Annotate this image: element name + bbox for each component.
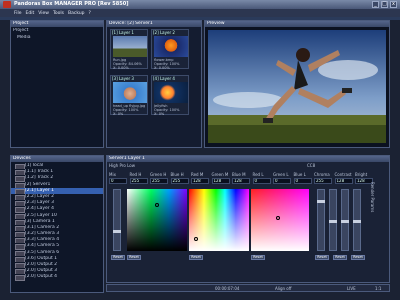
side-label: Render Params [370, 182, 375, 213]
thumb-image [154, 82, 188, 103]
thumb-x: X: 0.00% [113, 66, 129, 70]
param-value[interactable]: 128 [232, 178, 250, 184]
section-label: CC8 [307, 163, 316, 168]
param-value[interactable]: 0 [109, 178, 127, 184]
param-label: Contrast [334, 172, 352, 177]
thumb-x: X: 0.00% [154, 66, 170, 70]
close-button[interactable]: x [390, 1, 397, 8]
reset-button-bright[interactable]: Reset [351, 255, 365, 260]
param-value[interactable]: 128 [334, 178, 353, 184]
title-bar: Pandoras Box MANAGER PRO [Rev 5850] _ □ … [0, 0, 400, 9]
minimize-button[interactable]: _ [372, 1, 379, 8]
layer-thumbnail[interactable]: [3] Layer 3 head_up flyjpg.jpg Opacity: 10… [110, 75, 148, 116]
param-value[interactable]: 128 [191, 178, 209, 184]
param-label: Green L [273, 172, 289, 177]
preview-image [208, 30, 386, 143]
menu-file[interactable]: File [14, 11, 22, 16]
param-value[interactable]: 255 [150, 178, 168, 184]
status-mode: LIVE [347, 286, 356, 291]
contrast-slider[interactable] [329, 189, 337, 251]
param-label: Green M [211, 172, 229, 177]
thumb-caption: [4] Layer 4 [153, 76, 175, 81]
thumb-meta: head_up flyjpg.jpg Opacity: 100% X: 0% [113, 104, 145, 116]
thumb-caption: [2] Layer 2 [153, 30, 175, 35]
param-label: Red L [252, 172, 264, 177]
param-value[interactable]: 0 [273, 178, 291, 184]
brightness-slider[interactable] [341, 189, 349, 251]
menu-backup[interactable]: Backup [68, 11, 85, 16]
param-label: Blue M [232, 172, 246, 177]
layer-thumbnail[interactable]: [4] Layer 4 Jellyfish Opacity: 100% X: 0% [151, 75, 189, 116]
thumb-image [113, 82, 147, 103]
param-value[interactable]: 128 [211, 178, 230, 184]
app-title: Pandoras Box MANAGER PRO [Rev 5850] [14, 1, 129, 7]
reset-button-contrast[interactable]: Reset [333, 255, 347, 260]
menu-help[interactable]: ? [89, 11, 91, 16]
menu-view[interactable]: View [38, 11, 49, 16]
param-label: Green H [150, 172, 167, 177]
reset-button-chroma[interactable]: Reset [315, 255, 329, 260]
device-panel: Device: [2] Server1 [1] Layer 1 Run.jpg Op… [106, 20, 202, 148]
mix-slider[interactable] [113, 189, 121, 251]
subtab-label[interactable]: High Pro Low [109, 163, 135, 168]
param-value[interactable]: 255 [170, 178, 189, 184]
param-label: Red M [191, 172, 204, 177]
param-label: Blue H [170, 172, 184, 177]
status-time: 00:00:07:04 [215, 286, 240, 291]
app-logo-icon [3, 1, 11, 8]
param-label: Chroma [314, 172, 330, 177]
layer-thumbnail[interactable]: [1] Layer 1 Run.jpg Opacity: 84.06% X: 0.00… [110, 29, 148, 70]
param-label: Blue L [293, 172, 306, 177]
menu-bar: File Edit View Tools Backup ? [0, 9, 400, 17]
param-value[interactable]: 255 [314, 178, 332, 184]
reset-button-mid[interactable]: Reset [189, 255, 203, 260]
reset-button-low[interactable]: Reset [251, 255, 265, 260]
layer-thumbnail[interactable]: [2] Layer 2 flower.bmp Opacity: 100% X: 0.0… [151, 29, 189, 70]
thumb-x: X: 0% [154, 112, 165, 116]
thumb-meta: flower.bmp Opacity: 100% X: 0.00% [154, 58, 180, 70]
reset-button-mix[interactable]: Reset [111, 255, 125, 260]
color-picker-low[interactable] [251, 189, 309, 251]
preview-panel: Preview [204, 20, 390, 148]
project-tree: Project MediaFeature_T10.avi.lnButterfly… [11, 27, 103, 147]
thumb-meta: Run.jpg Opacity: 84.06% X: 0.00% [113, 58, 142, 70]
maximize-button[interactable]: □ [381, 1, 388, 8]
layer-panel: Server1 Layer 1 High Pro Low CC8 Mix 0 Red… [106, 155, 390, 283]
color-picker-mid[interactable] [189, 189, 249, 251]
menu-edit[interactable]: Edit [26, 11, 35, 16]
thumb-image [154, 36, 188, 57]
param-label: Mix [109, 172, 116, 177]
color-picker-high[interactable] [127, 189, 187, 251]
param-label: Red H [129, 172, 142, 177]
thumb-meta: Jellyfish Opacity: 100% X: 0% [154, 104, 180, 116]
param-value[interactable]: 255 [129, 178, 148, 184]
extra-slider[interactable] [353, 189, 361, 251]
project-panel: Project Project MediaFeature_T10.avi.lnB… [10, 20, 104, 148]
thumb-caption: [3] Layer 3 [112, 76, 134, 81]
param-value[interactable]: 0 [252, 178, 271, 184]
device-item[interactable]: [2.0] Output 4 [11, 274, 103, 281]
preview-area [205, 27, 389, 147]
devices-panel: Devices [1] local [1.1] Track 1 [1.2] Trac… [10, 155, 104, 293]
status-zoom: 1:1 [375, 286, 382, 291]
thumb-image [113, 36, 147, 57]
param-label: Bright [355, 172, 368, 177]
reset-button-high[interactable]: Reset [127, 255, 141, 260]
thumb-caption: [1] Layer 1 [112, 30, 134, 35]
chroma-slider[interactable] [317, 189, 325, 251]
status-text: Align off [275, 286, 292, 291]
param-value[interactable]: 0 [293, 178, 312, 184]
status-bar: 00:00:07:04 Align off LIVE 1:1 [106, 284, 390, 292]
menu-tools[interactable]: Tools [53, 11, 64, 16]
thumb-x: X: 0% [113, 112, 124, 116]
